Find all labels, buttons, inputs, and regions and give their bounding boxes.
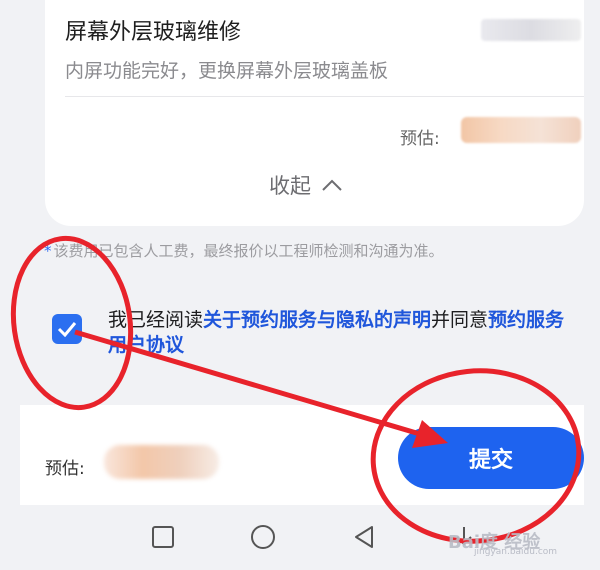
agreement-checkbox[interactable] [52,314,82,344]
fee-note: * 该费用已包含人工费，最终报价以工程师检测和沟通为准。 [44,240,444,261]
watermark-url: jingyan.baidu.com [474,547,558,557]
note-text: 该费用已包含人工费，最终报价以工程师检测和沟通为准。 [53,242,444,260]
check-icon [57,322,77,337]
agreement-middle: 并同意 [431,309,489,331]
service-description: 内屏功能完好，更换屏幕外层玻璃盖板 [65,60,389,82]
recent-apps-button[interactable] [145,519,181,555]
service-title: 屏幕外层玻璃维修 [65,20,242,45]
collapse-label: 收起 [269,174,311,198]
agreement-prefix: 我已经阅读 [108,309,204,331]
note-star: * [44,242,52,260]
blurred-bottom-estimate [104,445,219,479]
blurred-price [481,19,581,41]
privacy-statement-link[interactable]: 关于预约服务与隐私的声明 [203,309,431,331]
estimate-label: 预估: [400,129,440,149]
bottom-bar: 预估: 提交 [20,405,584,505]
collapse-button[interactable]: 收起 [269,170,343,200]
circle-icon [251,525,275,549]
triangle-back-icon [355,526,373,548]
blurred-estimate-value [461,117,581,143]
service-card: 屏幕外层玻璃维修 内屏功能完好，更换屏幕外层玻璃盖板 预估: 收起 [45,0,584,226]
chevron-up-icon [322,179,342,191]
submit-button[interactable]: 提交 [398,427,584,489]
square-icon [152,526,174,548]
agreement-text: 我已经阅读关于预约服务与隐私的声明并同意预约服务用户协议 [108,308,572,358]
home-button[interactable] [245,519,281,555]
divider [65,96,584,97]
back-button[interactable] [346,519,382,555]
bottom-estimate-label: 预估: [45,459,85,479]
